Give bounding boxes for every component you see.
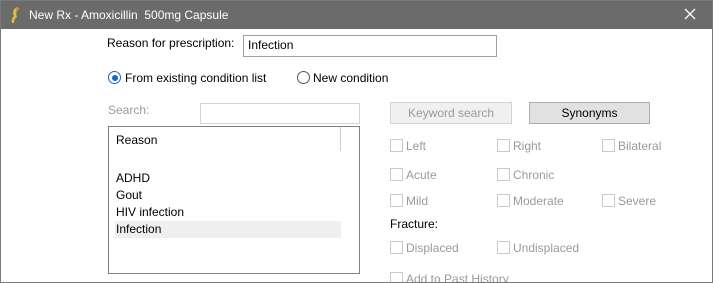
list-item[interactable]: Gout <box>115 187 341 204</box>
severe-checkbox[interactable] <box>602 194 615 207</box>
reason-label: Reason for prescription: <box>107 36 235 50</box>
acute-checkbox[interactable] <box>390 168 403 181</box>
undisplaced-label: Undisplaced <box>513 241 580 255</box>
list-column-header: Reason <box>116 133 158 147</box>
acute-label: Acute <box>406 168 437 182</box>
new-condition-label: New condition <box>313 71 389 85</box>
severe-label: Severe <box>618 194 657 208</box>
app-logo-icon <box>8 6 22 24</box>
undisplaced-checkbox[interactable] <box>497 241 510 254</box>
fracture-label: Fracture: <box>390 217 439 231</box>
list-item-selected[interactable]: Infection <box>115 221 341 238</box>
new-condition-radio[interactable] <box>297 71 310 84</box>
bilateral-checkbox[interactable] <box>602 139 615 152</box>
right-label: Right <box>513 139 542 153</box>
condition-list[interactable]: Reason ADHD Gout HIV infection Infection <box>108 126 360 274</box>
moderate-label: Moderate <box>513 194 564 208</box>
displaced-checkbox[interactable] <box>390 241 403 254</box>
chronic-label: Chronic <box>513 168 555 182</box>
synonyms-button[interactable]: Synonyms <box>529 102 650 124</box>
prescription-dialog: New Rx - Amoxicillin 500mg Capsule Reaso… <box>0 0 713 283</box>
existing-condition-label: From existing condition list <box>125 71 267 85</box>
left-checkbox[interactable] <box>390 139 403 152</box>
left-label: Left <box>406 139 427 153</box>
search-label: Search: <box>108 103 150 117</box>
list-item[interactable]: ADHD <box>115 170 341 187</box>
existing-condition-radio[interactable] <box>108 71 121 84</box>
add-past-history-label: Add to Past History <box>406 272 509 283</box>
keyword-search-button[interactable]: Keyword search <box>390 102 512 124</box>
chronic-checkbox[interactable] <box>497 168 510 181</box>
window-title: New Rx - Amoxicillin 500mg Capsule <box>29 8 229 22</box>
title-bar: New Rx - Amoxicillin 500mg Capsule <box>1 1 712 29</box>
close-icon <box>684 8 696 23</box>
add-past-history-checkbox[interactable] <box>390 272 403 282</box>
list-item[interactable]: HIV infection <box>115 204 341 221</box>
right-checkbox[interactable] <box>497 139 510 152</box>
mild-checkbox[interactable] <box>390 194 403 207</box>
bilateral-label: Bilateral <box>618 139 662 153</box>
displaced-label: Displaced <box>406 241 459 255</box>
search-input[interactable] <box>200 103 360 124</box>
moderate-checkbox[interactable] <box>497 194 510 207</box>
mild-label: Mild <box>406 194 429 208</box>
close-button[interactable] <box>668 1 712 29</box>
reason-input[interactable]: Infection <box>243 35 497 57</box>
column-divider <box>340 127 341 151</box>
